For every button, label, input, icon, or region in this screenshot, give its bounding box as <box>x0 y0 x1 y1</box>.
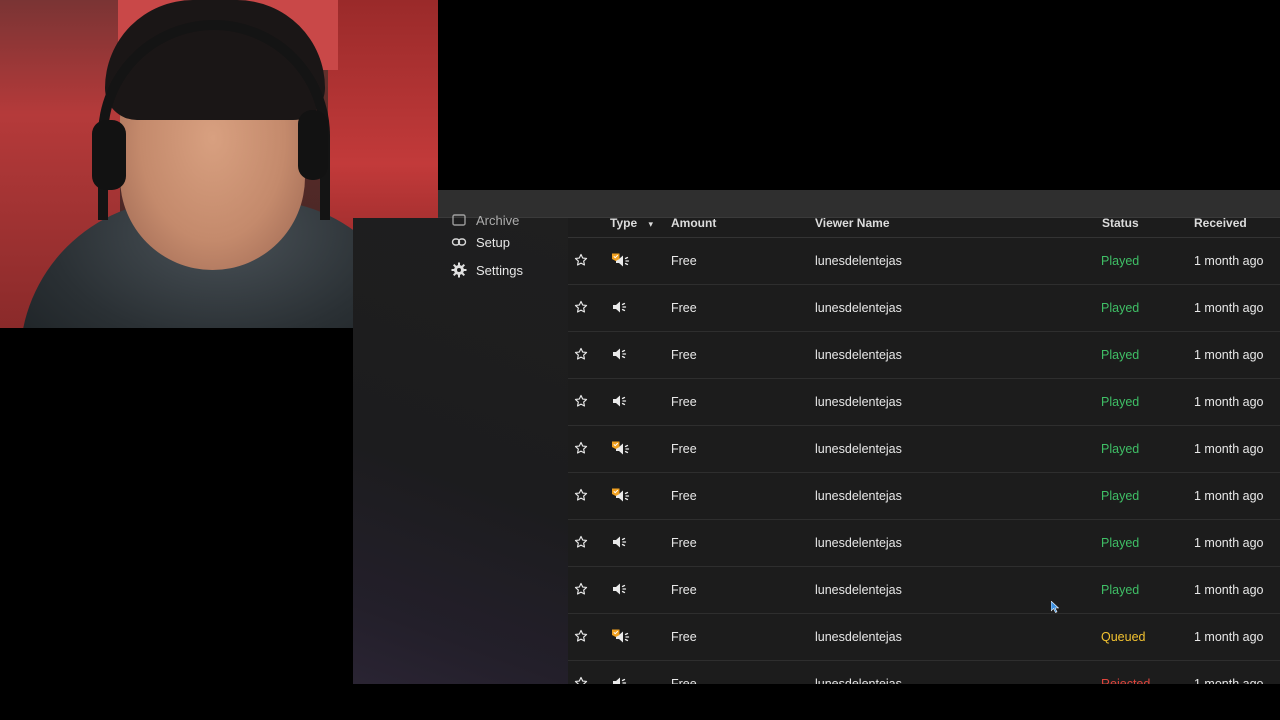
star-icon[interactable] <box>574 347 590 363</box>
speaker-icon <box>611 675 633 684</box>
received-time-cell: 1 month ago <box>1194 489 1264 503</box>
table-row[interactable]: Free lunesdelentejas Played 1 month ago <box>568 473 1280 520</box>
alerts-table: Type ▾ Amount Viewer Name Status Receive… <box>568 218 1280 684</box>
table-row[interactable]: Free lunesdelentejas Played 1 month ago <box>568 379 1280 426</box>
received-time-cell: 1 month ago <box>1194 301 1264 315</box>
archive-icon <box>451 212 467 228</box>
sidebar-item-setup[interactable]: Setup <box>451 230 510 254</box>
received-time-cell: 1 month ago <box>1194 395 1264 409</box>
received-time-cell: 1 month ago <box>1194 536 1264 550</box>
tts-badge-icon <box>611 252 633 270</box>
mouse-cursor-icon <box>1051 601 1059 613</box>
amount-cell: Free <box>671 348 697 362</box>
star-icon[interactable] <box>574 300 590 316</box>
tts-badge-icon <box>611 628 633 646</box>
viewer-name-cell[interactable]: lunesdelentejas <box>815 583 902 597</box>
status-badge: Played <box>1101 536 1140 550</box>
sidebar-item-settings[interactable]: Settings <box>451 258 523 282</box>
star-icon[interactable] <box>574 676 590 684</box>
star-icon[interactable] <box>574 535 590 551</box>
speaker-icon <box>611 534 633 552</box>
speaker-icon <box>611 581 633 599</box>
viewer-name-cell[interactable]: lunesdelentejas <box>815 395 902 409</box>
star-icon[interactable] <box>574 253 590 269</box>
sidebar-item-archive[interactable]: Archive <box>451 208 519 232</box>
status-badge: Played <box>1101 489 1140 503</box>
star-icon[interactable] <box>574 582 590 598</box>
table-row[interactable]: Free lunesdelentejas Played 1 month ago <box>568 285 1280 332</box>
column-header-received[interactable]: Received <box>1194 218 1247 230</box>
column-header-status[interactable]: Status <box>1102 218 1139 230</box>
column-header-label: Type <box>610 218 638 230</box>
viewer-name-cell[interactable]: lunesdelentejas <box>815 630 902 644</box>
status-badge: Played <box>1101 442 1140 456</box>
tts-badge-icon <box>611 487 633 505</box>
sort-chevron-icon: ▾ <box>648 219 653 229</box>
headset-earpad-right <box>298 110 328 180</box>
status-badge: Queued <box>1101 630 1146 644</box>
received-time-cell: 1 month ago <box>1194 677 1264 684</box>
status-badge: Played <box>1101 254 1140 268</box>
status-badge: Played <box>1101 348 1140 362</box>
table-row[interactable]: Free lunesdelentejas Played 1 month ago <box>568 426 1280 473</box>
table-row[interactable]: Free lunesdelentejas Played 1 month ago <box>568 567 1280 614</box>
sidebar-item-label: Setup <box>476 234 510 250</box>
link-icon <box>451 234 467 250</box>
sidebar: Archive Setup Settings <box>353 213 568 684</box>
viewer-name-cell[interactable]: lunesdelentejas <box>815 348 902 362</box>
viewer-name-cell[interactable]: lunesdelentejas <box>815 442 902 456</box>
tts-badge-icon <box>611 440 633 458</box>
viewer-name-cell[interactable]: lunesdelentejas <box>815 677 902 684</box>
speaker-icon <box>611 393 633 411</box>
amount-cell: Free <box>671 395 697 409</box>
screen: Archive Setup Settings Type ▾ Amount Vie… <box>0 0 1280 720</box>
column-header-viewer-name[interactable]: Viewer Name <box>815 218 890 230</box>
table-row[interactable]: Free lunesdelentejas Queued 1 month ago <box>568 614 1280 661</box>
received-time-cell: 1 month ago <box>1194 583 1264 597</box>
amount-cell: Free <box>671 489 697 503</box>
status-badge: Played <box>1101 301 1140 315</box>
viewer-name-cell[interactable]: lunesdelentejas <box>815 301 902 315</box>
amount-cell: Free <box>671 536 697 550</box>
received-time-cell: 1 month ago <box>1194 630 1264 644</box>
table-row[interactable]: Free lunesdelentejas Played 1 month ago <box>568 238 1280 285</box>
star-icon[interactable] <box>574 394 590 410</box>
received-time-cell: 1 month ago <box>1194 254 1264 268</box>
amount-cell: Free <box>671 301 697 315</box>
star-icon[interactable] <box>574 441 590 457</box>
status-badge: Rejected <box>1101 677 1151 684</box>
table-row[interactable]: Free lunesdelentejas Played 1 month ago <box>568 520 1280 567</box>
status-badge: Played <box>1101 395 1140 409</box>
amount-cell: Free <box>671 254 697 268</box>
table-row[interactable]: Free lunesdelentejas Rejected 1 month ago <box>568 661 1280 684</box>
speaker-icon <box>611 346 633 364</box>
viewer-name-cell[interactable]: lunesdelentejas <box>815 536 902 550</box>
sidebar-item-label: Settings <box>476 262 523 278</box>
table-header: Type ▾ Amount Viewer Name Status Receive… <box>568 218 1280 238</box>
sidebar-item-label: Archive <box>476 212 520 228</box>
headset-earpad-left <box>92 120 126 190</box>
amount-cell: Free <box>671 677 697 684</box>
star-icon[interactable] <box>574 629 590 645</box>
app-top-bar <box>438 190 1280 218</box>
received-time-cell: 1 month ago <box>1194 442 1264 456</box>
received-time-cell: 1 month ago <box>1194 348 1264 362</box>
column-header-amount[interactable]: Amount <box>671 218 716 230</box>
gear-icon <box>451 262 467 278</box>
viewer-name-cell[interactable]: lunesdelentejas <box>815 254 902 268</box>
star-icon[interactable] <box>574 488 590 504</box>
amount-cell: Free <box>671 630 697 644</box>
column-header-type[interactable]: Type ▾ <box>610 218 653 230</box>
viewer-name-cell[interactable]: lunesdelentejas <box>815 489 902 503</box>
table-row[interactable]: Free lunesdelentejas Played 1 month ago <box>568 332 1280 379</box>
speaker-icon <box>611 299 633 317</box>
status-badge: Played <box>1101 583 1140 597</box>
amount-cell: Free <box>671 583 697 597</box>
amount-cell: Free <box>671 442 697 456</box>
